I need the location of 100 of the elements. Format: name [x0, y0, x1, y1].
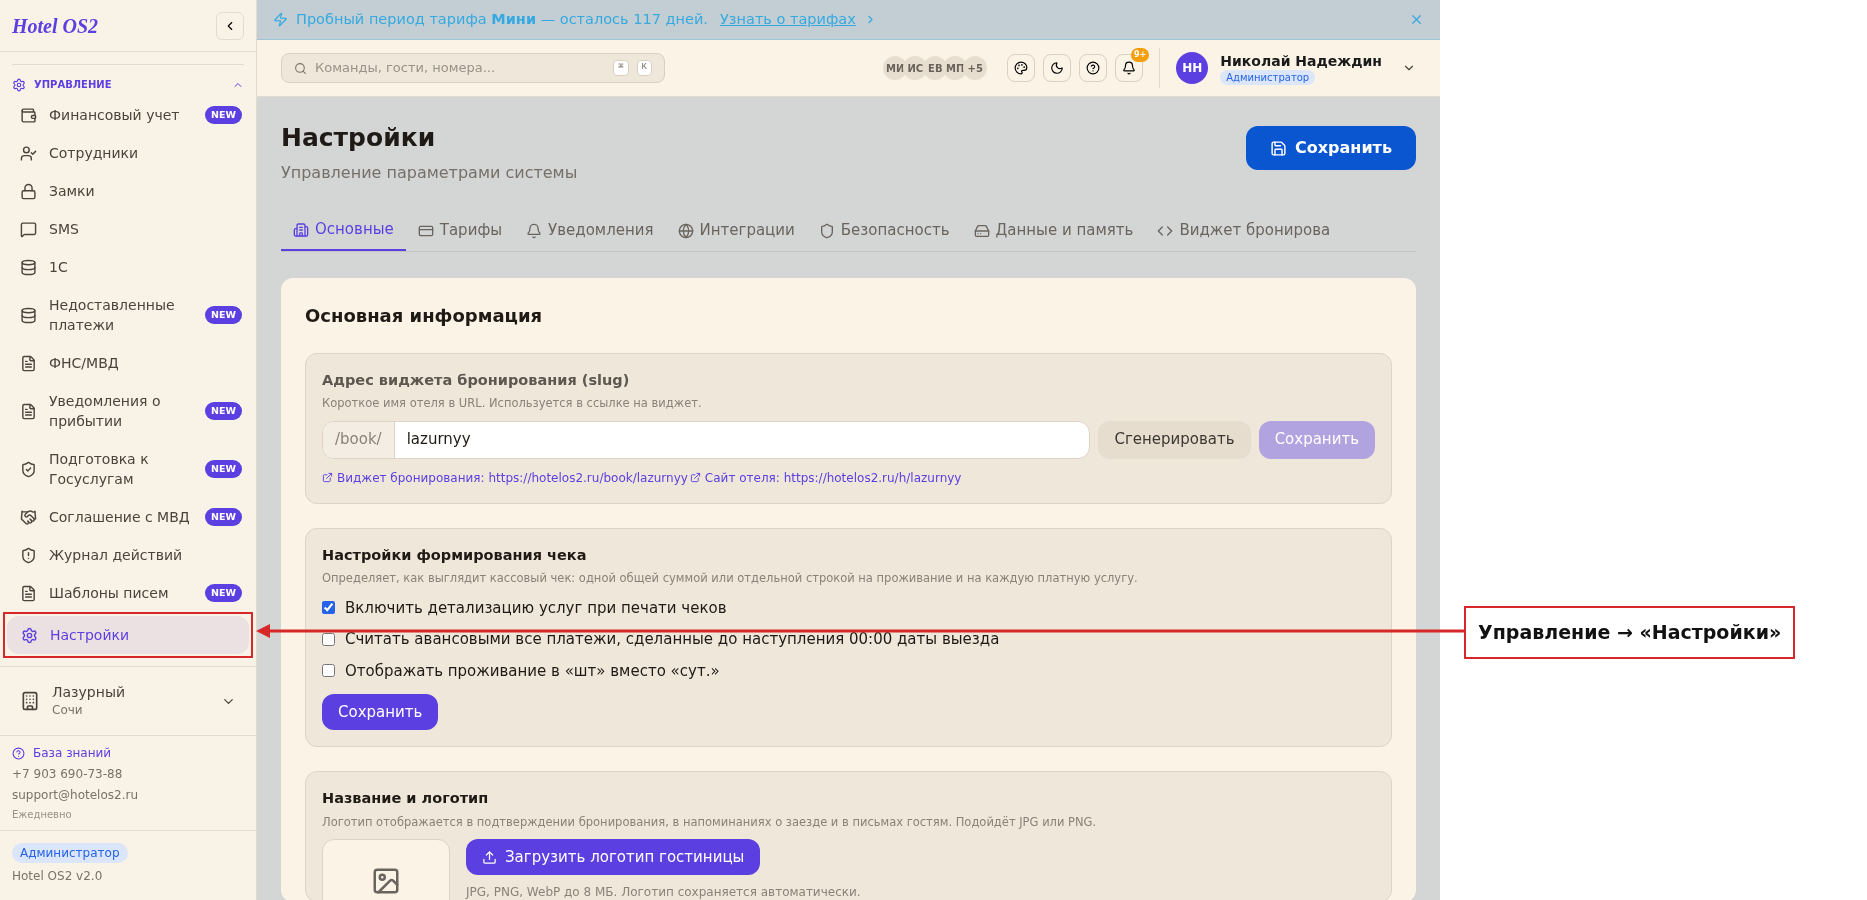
palette-button[interactable] [1007, 54, 1036, 82]
help-button[interactable] [1079, 54, 1108, 82]
moon-icon [1050, 61, 1065, 75]
section-title: Название и логотип [322, 789, 490, 808]
building-icon [293, 221, 309, 238]
drive-icon [973, 222, 990, 239]
tab[interactable]: Уведомления [514, 210, 666, 251]
tab[interactable]: Данные и память [961, 210, 1146, 251]
search-field[interactable]: Команды, гости, номера... ⌘ K [281, 53, 665, 83]
receipt-save-button[interactable]: Сохранить [322, 694, 439, 730]
shortcut-key: K [636, 60, 652, 76]
checkbox-label: Считать авансовыми все платежи, сделанные до наступления 00:00 даты выезда [345, 629, 1000, 650]
section-title: Настройки формирования чека [322, 545, 588, 565]
help-icon [1086, 61, 1101, 75]
new-badge: NEW [205, 583, 242, 603]
user-role: Администратор [1220, 69, 1316, 85]
checkbox[interactable] [322, 601, 335, 615]
upload-logo-button[interactable]: Загрузить логотип гостиницы [466, 839, 761, 875]
app-logo: Hotel OS2 [12, 13, 99, 39]
user-avatar[interactable]: НН [1176, 52, 1209, 84]
user-check-icon [20, 144, 37, 162]
new-badge: NEW [205, 459, 242, 479]
external-link[interactable]: Сайт отеля: https://hotelos2.ru/h/lazurnyy [689, 468, 962, 487]
hotel-city: Сочи [52, 702, 84, 719]
card-title: Основная информация [305, 303, 544, 328]
sidebar-item[interactable]: Настройки [7, 616, 249, 654]
theme-button[interactable] [1043, 54, 1072, 82]
sidebar-item[interactable]: Соглашение с МВД NEW [6, 498, 250, 536]
role-badge: Администратор [12, 843, 128, 863]
settings-icon [12, 77, 26, 92]
generate-button[interactable]: Сгенерировать [1098, 420, 1251, 459]
wallet-icon [20, 106, 37, 124]
document-icon [20, 402, 37, 420]
sidebar-item[interactable]: Замки [6, 172, 250, 210]
bell-icon [526, 222, 543, 239]
more-avatars[interactable]: +5 [963, 56, 988, 80]
sidebar-item[interactable]: ФНС/МВД [6, 344, 250, 382]
palette-icon [1014, 61, 1029, 75]
tab[interactable]: Тарифы [405, 210, 515, 251]
lock-icon [20, 182, 37, 200]
handshake-icon [20, 508, 37, 526]
search-icon [294, 61, 307, 75]
section-title: УПРАВЛЕНИЕ [34, 78, 112, 92]
annotation-label: Управление → «Настройки» [1464, 606, 1796, 659]
database-icon [20, 306, 37, 324]
hotel-name: Лазурный [52, 683, 127, 701]
external-link-icon [322, 472, 333, 483]
shield-alert-icon [20, 546, 37, 564]
checkbox-label: Включить детализацию услуг при печати чеков [345, 597, 727, 619]
notification-count: 9+ [1131, 48, 1150, 62]
section-hint: Короткое имя отеля в URL. Используется в ссылке на виджет. [322, 395, 703, 413]
sidebar-item[interactable]: Журнал действий [6, 536, 250, 574]
section-hint: Определяет, как выглядит кассовый чек: одной общей суммой или отдельной строкой на проживание и на каждую платную услугу. [322, 570, 1139, 588]
checkbox-label: Отображать проживание в «шт» вместо «сут.» [345, 660, 720, 682]
image-icon [371, 866, 401, 896]
support-email: support@hotelos2.ru [12, 787, 140, 804]
page-subtitle: Управление параметрами системы [281, 161, 578, 184]
external-link-icon [689, 472, 701, 483]
banner-text: Пробный период тарифа Мини — осталось 117 дней. [296, 9, 708, 29]
tab[interactable]: Интеграции [665, 210, 807, 251]
document-icon [20, 354, 37, 372]
upload-icon [482, 849, 497, 865]
checkbox[interactable] [322, 632, 335, 646]
tab[interactable]: Безопасность [806, 210, 962, 251]
app-version: Hotel OS2 v2.0 [12, 868, 103, 885]
checkbox[interactable] [322, 664, 335, 678]
new-badge: NEW [205, 105, 242, 125]
settings-icon [21, 626, 38, 644]
tab[interactable]: Виджет бронирова [1145, 210, 1343, 251]
building-icon [20, 691, 40, 711]
support-phone: +7 903 690-73-88 [12, 766, 124, 783]
support-hours: Ежедневно [12, 808, 73, 822]
upload-note: JPG, PNG, WebP до 8 МБ. Логотип сохраняется автоматически. [466, 884, 861, 900]
shield-icon [818, 222, 835, 239]
bell-icon [1122, 61, 1137, 75]
new-badge: NEW [205, 507, 242, 527]
shield-check-icon [20, 460, 37, 478]
new-badge: NEW [205, 305, 242, 325]
new-badge: NEW [205, 401, 242, 421]
user-name: Николай Надеждин [1220, 51, 1382, 70]
slug-field[interactable]: /book/ lazurnyy [322, 420, 1091, 459]
save-icon [1270, 139, 1288, 157]
save-button[interactable]: Сохранить [1246, 126, 1416, 170]
document-icon [20, 584, 37, 602]
sidebar-item[interactable]: Недоставленные платежи NEW [6, 286, 250, 344]
sidebar-item[interactable]: Финансовый учет NEW [6, 96, 250, 134]
external-link[interactable]: Виджет бронирования: https://hotelos2.ru/book/lazurnyy [322, 468, 688, 487]
database-icon [20, 258, 37, 276]
sidebar-item[interactable]: Уведомления о прибытии NEW [6, 382, 250, 440]
section-hint: Логотип отображается в подтверждении бронирования, в напоминаниях о заезде и в письмах гостям. Подойдёт JPG или PNG. [322, 813, 1098, 831]
tab[interactable]: Основные [281, 210, 406, 251]
sidebar-item[interactable]: Сотрудники [6, 134, 250, 172]
sidebar-item[interactable]: Подготовка к Госуслугам NEW [6, 440, 250, 498]
help-icon [12, 746, 25, 760]
sidebar-item[interactable]: Шаблоны писем NEW [6, 574, 250, 612]
knowledge-base-link[interactable]: База знаний [33, 744, 112, 762]
sidebar-item[interactable]: SMS [6, 210, 250, 248]
sidebar-item[interactable]: 1С [6, 248, 250, 286]
section-title: Адрес виджета бронирования (slug) [322, 370, 631, 390]
shortcut-key: ⌘ [613, 60, 629, 76]
